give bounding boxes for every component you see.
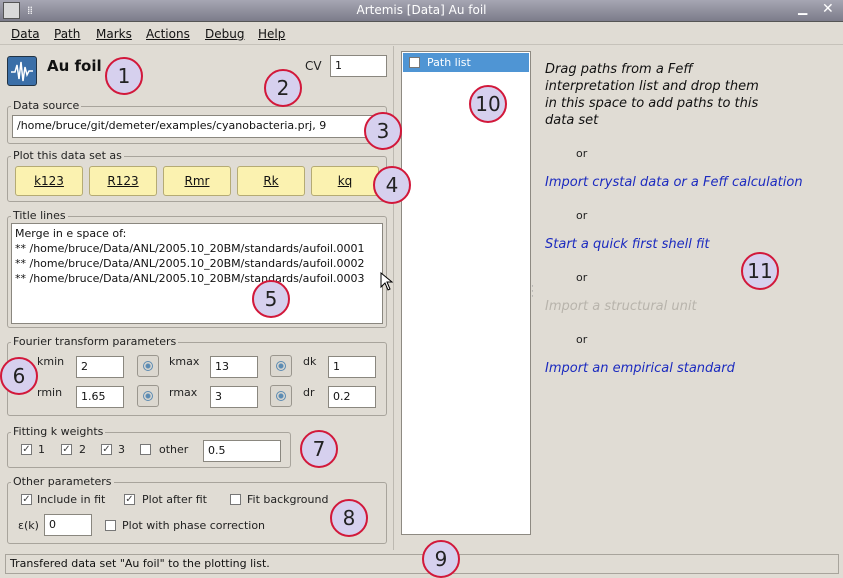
- dk-label: dk: [303, 355, 317, 368]
- kweight-other-checkbox[interactable]: [140, 444, 151, 455]
- kmin-label: kmin: [37, 355, 65, 368]
- include-in-fit-label: Include in fit: [37, 493, 106, 506]
- data-source-legend: Data source: [11, 99, 82, 112]
- or-separator: or: [576, 209, 588, 222]
- cv-input[interactable]: 1: [330, 55, 387, 77]
- data-source-field[interactable]: /home/bruce/git/demeter/examples/cyanoba…: [12, 115, 376, 138]
- callout-badge: 4: [373, 166, 411, 204]
- dr-input[interactable]: 0.2: [328, 386, 376, 408]
- title-line: Merge in e space of:: [15, 227, 127, 240]
- title-lines-legend: Title lines: [11, 209, 68, 222]
- menu-help[interactable]: Help: [258, 27, 285, 41]
- rmin-label: rmin: [37, 386, 63, 399]
- drag-hint-line: interpretation list and drop them: [545, 79, 759, 94]
- path-list-label: Path list: [427, 56, 471, 69]
- fourier-legend: Fourier transform parameters: [11, 335, 179, 348]
- cv-label: CV: [305, 59, 322, 73]
- path-list-checkbox[interactable]: [409, 57, 420, 68]
- dataset-icon-button[interactable]: [7, 56, 37, 86]
- kweight-3-checkbox[interactable]: ✓: [101, 444, 112, 455]
- callout-badge: 3: [364, 112, 402, 150]
- rmax-input[interactable]: 3: [210, 386, 258, 408]
- kweight-3-label: 3: [118, 443, 125, 456]
- rmin-pluck-button[interactable]: [137, 385, 159, 407]
- plot-kq-button[interactable]: kq: [311, 166, 379, 196]
- epsilon-input[interactable]: 0: [44, 514, 92, 536]
- fit-background-label: Fit background: [247, 493, 329, 506]
- callout-badge: 8: [330, 499, 368, 537]
- plot-rk-button[interactable]: Rk: [237, 166, 305, 196]
- dk-input[interactable]: 1: [328, 356, 376, 378]
- menu-marks[interactable]: Marks: [96, 27, 132, 41]
- rmin-input[interactable]: 1.65: [76, 386, 124, 408]
- title-line: ** /home/bruce/Data/ANL/2005.10_20BM/sta…: [15, 242, 365, 255]
- drag-hint-line: data set: [545, 113, 599, 128]
- or-separator: or: [576, 147, 588, 160]
- import-crystal-link[interactable]: Import crystal data or a Feff calculatio…: [545, 175, 803, 190]
- window-title: Artemis [Data] Au foil: [356, 3, 487, 17]
- empirical-standard-link[interactable]: Import an empirical standard: [545, 361, 735, 376]
- callout-badge: 9: [422, 540, 460, 578]
- menu-bar: Data Path Marks Actions Debug Help: [0, 23, 843, 45]
- kweight-2-label: 2: [79, 443, 86, 456]
- callout-badge: 7: [300, 430, 338, 468]
- callout-badge: 10: [469, 85, 507, 123]
- kweight-1-label: 1: [38, 443, 45, 456]
- menu-path[interactable]: Path: [54, 27, 80, 41]
- callout-badge: 6: [0, 357, 38, 395]
- title-line: ** /home/bruce/Data/ANL/2005.10_20BM/sta…: [15, 257, 365, 270]
- plot-after-fit-label: Plot after fit: [142, 493, 207, 506]
- epsilon-label: ε(k): [18, 519, 39, 532]
- structural-unit-link: Import a structural unit: [545, 299, 697, 314]
- kmax-pluck-button[interactable]: [270, 355, 292, 377]
- fit-background-checkbox[interactable]: [230, 494, 241, 505]
- kweights-legend: Fitting k weights: [11, 425, 106, 438]
- kmin-input[interactable]: 2: [76, 356, 124, 378]
- title-bar: ⁞⁞ Artemis [Data] Au foil ▁ ✕: [0, 0, 843, 22]
- kmax-input[interactable]: 13: [210, 356, 258, 378]
- menu-actions[interactable]: Actions: [146, 27, 190, 41]
- close-icon[interactable]: ✕: [822, 1, 834, 17]
- include-in-fit-checkbox[interactable]: ✓: [21, 494, 32, 505]
- plot-after-fit-checkbox[interactable]: ✓: [124, 494, 135, 505]
- callout-badge: 5: [252, 280, 290, 318]
- kmin-pluck-button[interactable]: [137, 355, 159, 377]
- other-params-legend: Other parameters: [11, 475, 114, 488]
- or-separator: or: [576, 333, 588, 346]
- title-line: ** /home/bruce/Data/ANL/2005.10_20BM/sta…: [15, 272, 365, 285]
- callout-badge: 2: [264, 69, 302, 107]
- callout-badge: 11: [741, 252, 779, 290]
- title-lines-textarea[interactable]: Merge in e space of: ** /home/bruce/Data…: [11, 223, 383, 324]
- kweight-other-label: other: [159, 443, 189, 456]
- drag-hint-line: in this space to add paths to this: [545, 96, 759, 111]
- dataset-name[interactable]: Au foil: [47, 57, 102, 75]
- menu-debug[interactable]: Debug: [205, 27, 244, 41]
- sash-grip-icon[interactable]: · · ·: [531, 283, 535, 302]
- quick-fit-link[interactable]: Start a quick first shell fit: [545, 237, 710, 252]
- rmax-pluck-button[interactable]: [270, 385, 292, 407]
- plot-k123-button[interactable]: k123: [15, 166, 83, 196]
- dr-label: dr: [303, 386, 315, 399]
- plot-legend: Plot this data set as: [11, 149, 124, 162]
- phase-correction-checkbox[interactable]: [105, 520, 116, 531]
- kweight-1-checkbox[interactable]: ✓: [21, 444, 32, 455]
- plot-rmr-button[interactable]: Rmr: [163, 166, 231, 196]
- rmax-label: rmax: [169, 386, 198, 399]
- kweight-other-input[interactable]: 0.5: [203, 440, 281, 462]
- drag-hint-line: Drag paths from a Feff: [545, 62, 693, 77]
- or-separator: or: [576, 271, 588, 284]
- path-list[interactable]: Path list: [401, 51, 531, 535]
- plot-r123-button[interactable]: R123: [89, 166, 157, 196]
- waveform-icon: [11, 61, 33, 82]
- kweight-2-checkbox[interactable]: ✓: [61, 444, 72, 455]
- path-list-header[interactable]: Path list: [403, 53, 529, 72]
- callout-badge: 1: [105, 57, 143, 95]
- menu-data[interactable]: Data: [11, 27, 40, 41]
- kmax-label: kmax: [169, 355, 200, 368]
- minimize-icon[interactable]: ▁: [798, 1, 807, 15]
- phase-correction-label: Plot with phase correction: [122, 519, 266, 532]
- mouse-pointer-icon: [380, 272, 394, 291]
